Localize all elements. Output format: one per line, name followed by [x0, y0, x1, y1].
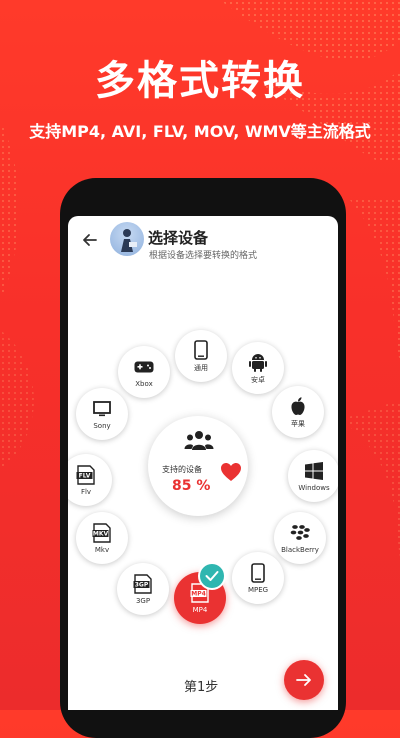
- tv-icon: [92, 399, 112, 419]
- device-mpeg[interactable]: MPEG: [232, 552, 284, 604]
- device-label: Mkv: [94, 545, 110, 554]
- mkv-file-icon: MKV: [92, 522, 112, 543]
- 3gp-file-icon: 3GP: [133, 573, 153, 594]
- promo-subline: 支持MP4, AVI, FLV, MOV, WMV等主流格式: [29, 122, 371, 141]
- next-button[interactable]: [284, 660, 324, 700]
- device-label: 通用: [194, 363, 208, 372]
- page-subtitle: 根据设备选择要转换的格式: [149, 251, 258, 261]
- phone-icon: [248, 562, 268, 583]
- device-label: Windows: [298, 483, 330, 492]
- device-windows[interactable]: Windows: [288, 450, 338, 502]
- svg-text:3GP: 3GP: [135, 581, 149, 588]
- page-title: 选择设备: [148, 229, 209, 247]
- device-flv[interactable]: FLV Flv: [68, 454, 112, 506]
- svg-text:MKV: MKV: [93, 530, 109, 537]
- device-sony[interactable]: Sony: [76, 388, 128, 440]
- heart-icon: [221, 463, 241, 481]
- device-xbox[interactable]: Xbox: [118, 346, 170, 398]
- apple-icon: [288, 396, 308, 416]
- svg-text:MP4: MP4: [191, 590, 206, 597]
- device-android[interactable]: 安卓: [232, 342, 284, 394]
- gamepad-icon: [134, 357, 154, 377]
- device-label: 苹果: [291, 419, 305, 428]
- device-label: Xbox: [135, 379, 153, 388]
- phone-icon: [191, 339, 211, 360]
- app-header: 选择设备 根据设备选择要转换的格式: [68, 216, 338, 266]
- device-label: 安卓: [251, 375, 265, 384]
- flv-file-icon: FLV: [76, 464, 96, 485]
- device-label: BlackBerry: [281, 545, 319, 554]
- device-label: Sony: [93, 421, 111, 430]
- blackberry-icon: [290, 523, 310, 543]
- supported-devices-label: 支持的设备: [162, 465, 202, 474]
- arrow-right-icon: [296, 674, 311, 686]
- device-label: MP4: [192, 605, 208, 614]
- people-icon: [184, 431, 214, 450]
- step-indicator: 第1步: [184, 680, 219, 695]
- device-blackberry[interactable]: BlackBerry: [274, 512, 326, 564]
- supported-percent: 85 %: [172, 478, 211, 494]
- device-3gp[interactable]: 3GP 3GP: [117, 563, 169, 615]
- device-label: 3GP: [135, 596, 151, 605]
- windows-icon: [304, 461, 324, 481]
- device-label: Flv: [80, 487, 92, 496]
- avatar: [110, 222, 144, 256]
- android-icon: [248, 352, 268, 372]
- device-mkv[interactable]: MKV Mkv: [76, 512, 128, 564]
- back-arrow-icon[interactable]: [80, 230, 100, 250]
- svg-text:FLV: FLV: [79, 472, 91, 479]
- checkmark-icon: [198, 562, 226, 590]
- supported-devices-summary: 支持的设备 85 %: [148, 416, 248, 516]
- app-screen: 选择设备 根据设备选择要转换的格式 通用 安卓 苹果 Windows Black…: [68, 216, 338, 710]
- device-apple[interactable]: 苹果: [272, 386, 324, 438]
- device-label: MPEG: [247, 585, 269, 594]
- device-tongyong[interactable]: 通用: [175, 330, 227, 382]
- promo-headline: 多格式转换: [95, 58, 305, 104]
